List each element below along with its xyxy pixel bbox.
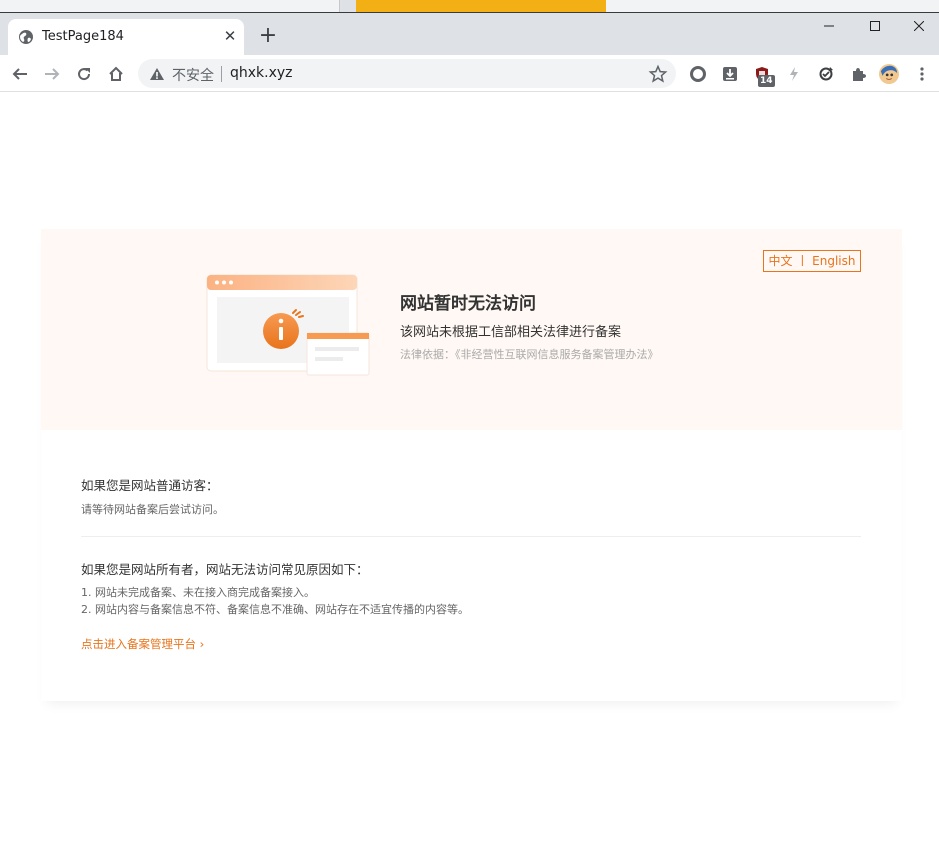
- globe-icon: [19, 30, 33, 44]
- reason-item: 2. 网站内容与备案信息不符、备案信息不准确、网站存在不适宜传播的内容等。: [81, 603, 469, 616]
- close-icon: [913, 20, 925, 32]
- extension-bolt-button[interactable]: [784, 64, 804, 84]
- puzzle-icon: [853, 68, 866, 81]
- lightning-icon: [790, 67, 798, 81]
- arrow-right-icon: [45, 68, 60, 80]
- back-button[interactable]: [6, 60, 34, 88]
- extension-sync-button[interactable]: [816, 64, 836, 84]
- close-window-button[interactable]: [896, 13, 939, 41]
- home-button[interactable]: [102, 60, 130, 88]
- profile-button[interactable]: [879, 64, 899, 84]
- extension-circle-button[interactable]: [688, 64, 708, 84]
- lang-zh-link[interactable]: 中文: [768, 254, 792, 268]
- address-separator: [221, 66, 222, 82]
- home-icon: [109, 66, 123, 81]
- address-bar[interactable]: 不安全 qhxk.xyz: [138, 59, 676, 88]
- minimize-button[interactable]: [806, 13, 852, 41]
- browser-menu-button[interactable]: [912, 64, 932, 84]
- forward-button[interactable]: [38, 60, 66, 88]
- law-basis: 法律依据：《非经营性互联网信息服务备案管理办法》: [400, 348, 659, 361]
- background-window-accent: [356, 0, 606, 12]
- minimize-icon: [824, 25, 834, 27]
- extension-badge: 14: [758, 75, 775, 87]
- reload-button[interactable]: [70, 60, 98, 88]
- notice-hero: 中文 丨 English 网站暂时无法访问 该网站未根据工信部相关法律进行备案 …: [41, 229, 902, 430]
- background-window-left: [0, 0, 340, 12]
- reason-item: 1. 网站未完成备案、未在接入商完成备案接入。: [81, 586, 315, 599]
- lang-separator: 丨: [796, 254, 809, 268]
- owner-heading: 如果您是网站所有者，网站无法访问常见原因如下：: [81, 562, 369, 577]
- section-divider: [81, 536, 861, 537]
- extensions-button[interactable]: [848, 64, 868, 84]
- maximize-button[interactable]: [852, 13, 898, 41]
- page-content: 中文 丨 English 网站暂时无法访问 该网站未根据工信部相关法律进行备案 …: [0, 92, 939, 866]
- download-icon: [723, 67, 737, 81]
- background-window-right: [606, 0, 939, 12]
- extension-download-button[interactable]: [720, 64, 740, 84]
- security-label[interactable]: 不安全: [172, 65, 214, 85]
- more-vertical-icon: [920, 67, 924, 81]
- visitor-text: 请等待网站备案后尝试访问。: [81, 503, 224, 516]
- new-tab-button[interactable]: +: [256, 25, 280, 49]
- notice-subtitle: 该网站未根据工信部相关法律进行备案: [400, 325, 622, 340]
- notice-card: 中文 丨 English 网站暂时无法访问 该网站未根据工信部相关法律进行备案 …: [41, 229, 902, 701]
- visitor-section: 如果您是网站普通访客： 请等待网站备案后尝试访问。: [81, 475, 224, 518]
- language-switch[interactable]: 中文 丨 English: [763, 250, 861, 272]
- sync-icon: [819, 67, 833, 81]
- browser-toolbar: 不安全 qhxk.xyz 14: [0, 55, 939, 92]
- tab-close-icon[interactable]: ✕: [220, 26, 240, 46]
- reload-icon: [78, 68, 91, 81]
- avatar: [879, 64, 899, 84]
- notice-title: 网站暂时无法访问: [400, 294, 536, 314]
- visitor-heading: 如果您是网站普通访客：: [81, 478, 219, 493]
- tab-active[interactable]: TestPage184 ✕: [8, 19, 244, 55]
- filing-platform-link[interactable]: 点击进入备案管理平台 ›: [81, 636, 204, 652]
- arrow-left-icon: [12, 68, 27, 80]
- owner-section: 如果您是网站所有者，网站无法访问常见原因如下： 1. 网站未完成备案、未在接入商…: [81, 559, 469, 618]
- circle-extension-icon: [690, 66, 706, 82]
- warning-icon[interactable]: [149, 66, 165, 82]
- star-icon[interactable]: [648, 64, 668, 84]
- tab-bar: TestPage184 ✕ +: [0, 13, 939, 55]
- tab-title: TestPage184: [42, 29, 124, 44]
- lang-en-link[interactable]: English: [812, 254, 855, 268]
- window-top-strip: [0, 0, 939, 12]
- maximize-icon: [870, 21, 880, 31]
- browser-warning-illustration: [206, 274, 370, 376]
- url-text[interactable]: qhxk.xyz: [230, 65, 293, 81]
